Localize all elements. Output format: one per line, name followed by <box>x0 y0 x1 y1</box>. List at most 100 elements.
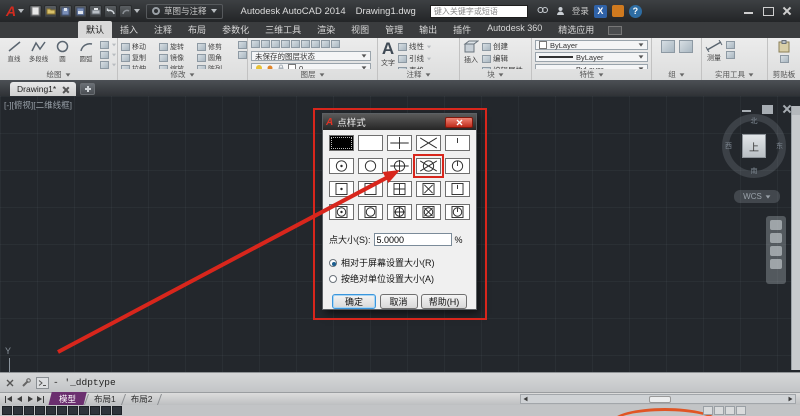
lineweight-dropdown[interactable]: ByLayer <box>535 52 648 62</box>
drawing-canvas[interactable]: [-][俯视][二维线框] 北 南 西 东 上 WCS Y A 点样式 点大小(… <box>0 96 800 372</box>
drafting-toggle-button[interactable] <box>68 406 78 415</box>
new-file-button[interactable] <box>29 4 42 18</box>
layer-tool-icon[interactable] <box>251 40 260 48</box>
new-drawing-tab-button[interactable] <box>80 83 96 95</box>
paste-icon[interactable] <box>778 40 790 53</box>
layer-state-dropdown[interactable]: 未保存的图层状态 <box>251 51 371 61</box>
viewcube-west[interactable]: 西 <box>725 141 732 151</box>
tab-Autodesk 360[interactable]: Autodesk 360 <box>479 21 550 38</box>
modify-tool-fillet[interactable]: 圆角 <box>197 53 235 63</box>
hatch-tool-icon[interactable] <box>100 61 109 69</box>
ribbon-minimize-icon[interactable] <box>608 26 623 35</box>
insert-block-tool[interactable]: 插入 <box>463 40 479 69</box>
drafting-toggle-button[interactable] <box>79 406 89 415</box>
drafting-toggle-button[interactable] <box>2 406 12 415</box>
status-button[interactable] <box>714 406 724 415</box>
navigation-bar[interactable] <box>766 216 786 284</box>
autocad-logo-icon[interactable]: A <box>3 2 27 20</box>
viewcube-east[interactable]: 东 <box>776 141 783 151</box>
layer-tool-icon[interactable] <box>261 40 270 48</box>
drafting-toggle-button[interactable] <box>57 406 67 415</box>
user-icon[interactable] <box>554 5 567 18</box>
file-tab-close-icon[interactable] <box>62 86 69 93</box>
panel-label-draw[interactable]: 绘图 <box>0 69 117 80</box>
help-icon[interactable]: ? <box>628 4 642 18</box>
plot-button[interactable] <box>89 4 102 18</box>
wcs-dropdown[interactable]: WCS <box>734 190 780 203</box>
doc-restore-button[interactable] <box>761 104 773 114</box>
modify-tool-copy[interactable]: 复制 <box>121 53 159 63</box>
help-search-input[interactable]: 键入关键字或短语 <box>429 4 528 18</box>
panel-label-modify[interactable]: 修改 <box>118 69 247 80</box>
file-tab-drawing1[interactable]: Drawing1* <box>10 82 77 96</box>
workspace-switcher[interactable]: 草图与注释 <box>146 3 223 19</box>
last-layout-icon[interactable] <box>36 395 46 404</box>
layer-tool-icon[interactable] <box>291 40 300 48</box>
communication-center-icon[interactable] <box>611 5 624 17</box>
tab-默认[interactable]: 默认 <box>78 21 113 38</box>
drafting-toggle-button[interactable] <box>46 406 56 415</box>
panel-label-annotation[interactable]: 注释 <box>378 69 459 80</box>
drafting-toggle-button[interactable] <box>35 406 45 415</box>
tab-视图[interactable]: 视图 <box>343 21 377 38</box>
zoom-icon[interactable] <box>770 246 782 256</box>
steering-wheel-icon[interactable] <box>770 220 782 230</box>
panel-label-clipboard[interactable]: 剪贴板 <box>768 69 800 80</box>
drafting-toggle-button[interactable] <box>101 406 111 415</box>
viewcube[interactable]: 北 南 西 东 上 <box>722 114 786 178</box>
tab-管理[interactable]: 管理 <box>377 21 411 38</box>
layer-tool-icon[interactable] <box>321 40 330 48</box>
quick-calc-icon[interactable] <box>726 51 735 59</box>
explode-tool-icon[interactable] <box>238 51 247 59</box>
tab-注释[interactable]: 注释 <box>146 21 180 38</box>
doc-minimize-button[interactable] <box>741 104 753 114</box>
command-close-icon[interactable] <box>4 377 16 389</box>
tab-参数化[interactable]: 参数化 <box>214 21 257 38</box>
scrollbar-thumb[interactable] <box>649 396 671 403</box>
pan-icon[interactable] <box>770 233 782 243</box>
panel-label-properties[interactable]: 特性 <box>532 69 651 80</box>
drafting-toggle-button[interactable] <box>24 406 34 415</box>
draw-tool-polyline[interactable]: 多段线 <box>27 40 49 69</box>
layer-tool-icon[interactable] <box>301 40 310 48</box>
scroll-right-icon[interactable] <box>788 396 793 402</box>
tab-输出[interactable]: 输出 <box>411 21 445 38</box>
draw-tool-arc[interactable]: 圆弧 <box>75 40 97 69</box>
panel-label-utilities[interactable]: 实用工具 <box>702 69 767 80</box>
panel-label-layers[interactable]: 图层 <box>248 69 377 80</box>
viewcube-south[interactable]: 南 <box>751 166 758 176</box>
layer-tool-icon[interactable] <box>281 40 290 48</box>
exchange-apps-icon[interactable]: X <box>593 4 607 18</box>
object-color-dropdown[interactable]: ByLayer <box>535 40 648 50</box>
vertical-scrollbar[interactable] <box>791 106 800 370</box>
tab-精选应用[interactable]: 精选应用 <box>550 21 602 38</box>
quick-select-icon[interactable] <box>726 41 735 49</box>
text-tool[interactable]: A 文字 <box>381 40 395 69</box>
draw-tool-circle[interactable]: 圆 <box>51 40 73 69</box>
status-button[interactable] <box>703 406 713 415</box>
viewport-controls[interactable]: [-][俯视][二维线框] <box>4 99 72 111</box>
modify-tool-trim[interactable]: 修剪 <box>197 42 235 52</box>
layer-tool-icon[interactable] <box>331 40 340 48</box>
tab-layout2[interactable]: 布局2 <box>125 392 159 406</box>
panel-label-group[interactable]: 组 <box>652 69 701 80</box>
drafting-toggle-button[interactable] <box>112 406 122 415</box>
leader-tool[interactable]: 引线 <box>398 53 432 64</box>
rectangle-tool-icon[interactable] <box>100 41 109 49</box>
ellipse-tool-icon[interactable] <box>100 51 109 59</box>
tab-渲染[interactable]: 渲染 <box>309 21 343 38</box>
orbit-icon[interactable] <box>770 259 782 269</box>
tab-布局[interactable]: 布局 <box>180 21 214 38</box>
open-file-button[interactable] <box>44 4 57 18</box>
tab-layout1[interactable]: 布局1 <box>88 392 122 406</box>
restore-button[interactable] <box>762 6 774 16</box>
status-button[interactable] <box>725 406 735 415</box>
command-customize-wrench-icon[interactable] <box>20 377 32 389</box>
layer-tool-icon[interactable] <box>271 40 280 48</box>
save-as-button[interactable] <box>74 4 87 18</box>
redo-button[interactable] <box>119 4 132 18</box>
undo-button[interactable] <box>104 4 117 18</box>
group-tool-icon[interactable] <box>660 40 675 53</box>
tab-插入[interactable]: 插入 <box>112 21 146 38</box>
close-button[interactable] <box>781 6 793 16</box>
